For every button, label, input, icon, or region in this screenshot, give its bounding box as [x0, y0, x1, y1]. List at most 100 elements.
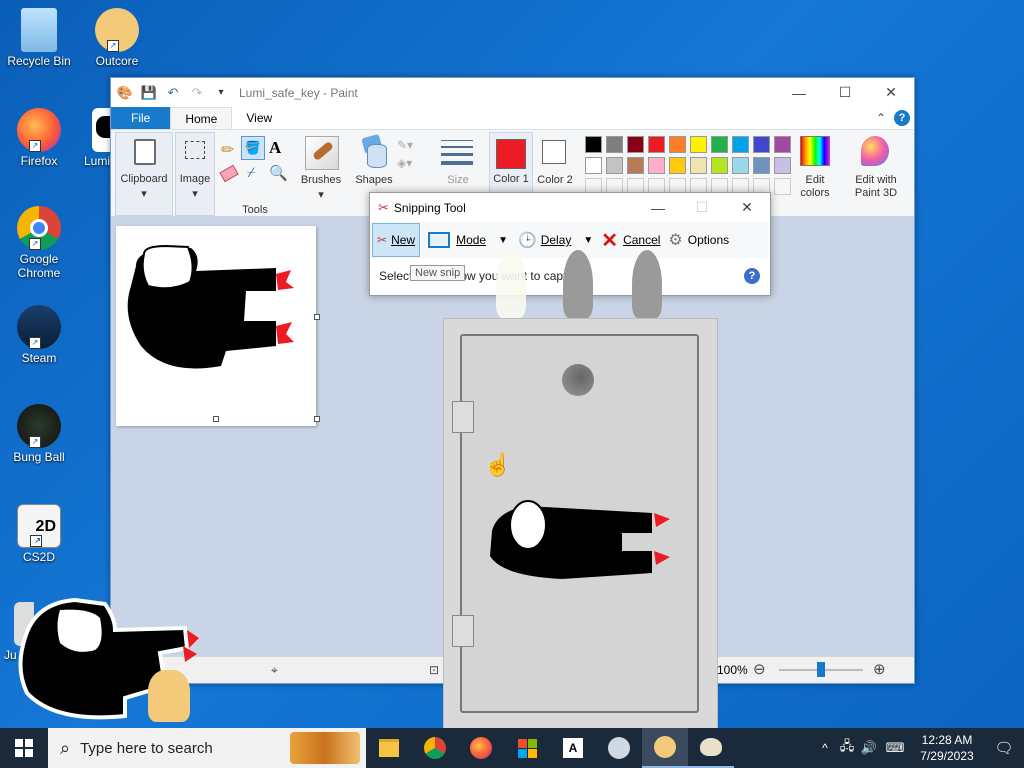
safe-knob[interactable]: [562, 364, 594, 396]
desktop-icon-chrome[interactable]: ↗ Google Chrome: [4, 206, 74, 280]
magnifier-icon[interactable]: 🔍: [269, 164, 288, 182]
network-icon[interactable]: 🖧: [836, 737, 858, 759]
mode-button[interactable]: Mode ▼: [424, 224, 512, 256]
clock-time: 12:28 AM: [921, 733, 973, 747]
undo-icon[interactable]: ↶: [163, 83, 183, 103]
tab-view[interactable]: View: [232, 107, 286, 129]
canvas-resize-handle[interactable]: [314, 314, 320, 320]
palette-swatch[interactable]: [711, 136, 728, 153]
volume-icon[interactable]: 🔊: [858, 740, 880, 756]
taskbar-adobe[interactable]: A: [550, 728, 596, 768]
edit-colors-button[interactable]: Edit colors: [795, 134, 835, 212]
brushes-chevron-icon: ▾: [318, 189, 324, 201]
key-slot-white[interactable]: [496, 250, 526, 318]
palette-swatch[interactable]: [711, 157, 728, 174]
palette-swatch[interactable]: [627, 157, 644, 174]
notifications-icon[interactable]: 🗨: [984, 739, 1024, 757]
palette-swatch[interactable]: [690, 136, 707, 153]
palette-swatch[interactable]: [753, 136, 770, 153]
taskbar-file-explorer[interactable]: [366, 728, 412, 768]
tab-home[interactable]: Home: [170, 107, 233, 129]
palette-swatch[interactable]: [627, 136, 644, 153]
zoom-out-icon[interactable]: ⊖: [753, 660, 766, 678]
canvas-resize-handle[interactable]: [314, 416, 320, 422]
keyboard-icon[interactable]: ⌨: [880, 740, 910, 756]
canvas-resize-handle[interactable]: [213, 416, 219, 422]
taskbar-firefox[interactable]: [458, 728, 504, 768]
start-button[interactable]: [0, 728, 48, 768]
taskbar-chrome[interactable]: [412, 728, 458, 768]
safe-door[interactable]: [460, 334, 699, 713]
snip-minimize-button[interactable]: —: [636, 193, 680, 222]
desktop-icon-cs2d[interactable]: 2D ↗ CS2D: [4, 504, 74, 564]
shape-fill-icon[interactable]: ◈▾: [397, 156, 412, 170]
safe[interactable]: [443, 318, 718, 730]
delay-button[interactable]: 🕒 Delay ▼: [514, 224, 597, 256]
taskbar-paint[interactable]: [688, 728, 734, 768]
minimize-button[interactable]: —: [776, 78, 822, 107]
tray-chevron-icon[interactable]: ^: [814, 741, 836, 755]
palette-swatch[interactable]: [585, 136, 602, 153]
palette-swatch[interactable]: [774, 157, 791, 174]
palette-swatch[interactable]: [648, 136, 665, 153]
drawing-canvas[interactable]: [116, 226, 316, 426]
desktop-icon-steam[interactable]: ↗ Steam: [4, 305, 74, 365]
edit-with-paint3d-button[interactable]: Edit with Paint 3D: [843, 134, 909, 212]
desktop-icon-lumi[interactable]: Lumi: [72, 108, 112, 168]
snipping-titlebar[interactable]: ✂ Snipping Tool — ☐ ✕: [370, 193, 770, 222]
clock[interactable]: 12:28 AM 7/29/2023: [910, 732, 984, 764]
fill-icon[interactable]: 🪣: [241, 136, 265, 160]
palette-swatch[interactable]: [753, 157, 770, 174]
palette-swatch[interactable]: [606, 157, 623, 174]
options-button[interactable]: ⚙ Options: [664, 224, 733, 256]
clipboard-button[interactable]: Clipboard ▾: [115, 132, 173, 216]
eraser-icon[interactable]: [219, 164, 239, 183]
key-slot-gray[interactable]: [632, 250, 662, 318]
snip-close-button[interactable]: ✕: [724, 193, 770, 222]
zoom-slider[interactable]: [779, 662, 863, 677]
image-button[interactable]: Image ▾: [175, 132, 215, 216]
delay-dropdown-icon[interactable]: ▼: [583, 235, 593, 246]
redo-icon[interactable]: ↷: [187, 83, 207, 103]
help-icon[interactable]: ?: [894, 110, 910, 126]
palette-swatch[interactable]: [732, 136, 749, 153]
desktop-icon-recycle-bin[interactable]: Recycle Bin: [4, 8, 74, 68]
desktop-icon-firefox[interactable]: ↗ Firefox: [4, 108, 74, 168]
palette-swatch[interactable]: [669, 136, 686, 153]
save-icon[interactable]: 💾: [139, 83, 159, 103]
desktop-icon-outcore[interactable]: ↗ Outcore: [82, 8, 152, 68]
text-icon[interactable]: A: [269, 138, 281, 158]
palette-swatch[interactable]: [774, 136, 791, 153]
palette-swatch[interactable]: [648, 157, 665, 174]
outline-icon[interactable]: ✎▾: [397, 138, 413, 152]
palette-swatch[interactable]: [732, 157, 749, 174]
desktop-icon-bung-ball[interactable]: ↗ Bung Ball: [4, 404, 74, 464]
key-slot-gray[interactable]: [563, 250, 593, 318]
mode-dropdown-icon[interactable]: ▼: [498, 235, 508, 246]
maximize-button[interactable]: ☐: [822, 78, 868, 107]
new-snip-button[interactable]: ✂ New: [372, 223, 421, 257]
quick-access-dropdown-icon[interactable]: ▾: [211, 83, 231, 103]
color-picker-icon[interactable]: ⌿: [247, 164, 255, 181]
palette-swatch[interactable]: [690, 157, 707, 174]
palette-swatch[interactable]: [606, 136, 623, 153]
pencil-icon[interactable]: ✏: [221, 140, 234, 160]
close-button[interactable]: ✕: [868, 78, 914, 107]
taskbar-store[interactable]: [504, 728, 550, 768]
palette-swatch-empty[interactable]: [774, 178, 791, 195]
search-box[interactable]: ⌕ Type here to search: [48, 728, 366, 768]
taskbar-outcore[interactable]: [642, 728, 688, 768]
tab-file[interactable]: File: [111, 107, 171, 129]
palette-swatch[interactable]: [585, 157, 602, 174]
zoom-in-icon[interactable]: ⊕: [873, 660, 886, 678]
snip-help-icon[interactable]: ?: [744, 267, 760, 284]
paint-titlebar[interactable]: 🎨 💾 ↶ ↷ ▾ Lumi_safe_key - Paint — ☐ ✕: [111, 78, 914, 107]
system-tray: ^ 🖧 🔊 ⌨ 12:28 AM 7/29/2023 🗨: [814, 732, 1024, 764]
zoom-slider-thumb[interactable]: [817, 662, 825, 677]
collapse-ribbon-icon[interactable]: ⌃: [876, 111, 886, 125]
taskbar-steam[interactable]: [596, 728, 642, 768]
brushes-button[interactable]: Brushes ▾: [297, 134, 345, 212]
snip-maximize-button[interactable]: ☐: [680, 193, 724, 222]
cancel-button[interactable]: ✕ Cancel: [597, 224, 664, 256]
palette-swatch[interactable]: [669, 157, 686, 174]
